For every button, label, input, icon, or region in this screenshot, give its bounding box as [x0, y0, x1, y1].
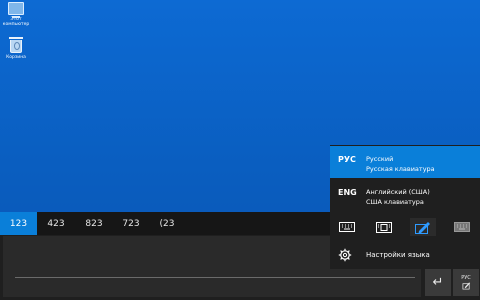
language-code: ENG — [338, 188, 357, 197]
suggestion-item[interactable]: 423 — [37, 212, 75, 235]
suggestion-item[interactable]: 123 — [0, 212, 37, 235]
recycle-bin-icon — [9, 37, 23, 53]
hardware-keyboard-icon — [454, 222, 470, 232]
standard-keyboard-icon — [339, 222, 355, 232]
desktop-icon-this-pc[interactable]: Этот компьютер — [1, 2, 31, 27]
enter-key[interactable]: ↵ — [425, 268, 451, 296]
handwriting-pen-icon — [415, 221, 430, 234]
layout-handwriting-button[interactable] — [410, 218, 436, 236]
language-settings-label: Настройки языка — [366, 251, 430, 259]
suggestion-item[interactable]: (23 — [149, 212, 185, 235]
desktop-icon-recycle-bin[interactable]: Корзина — [1, 37, 31, 60]
keyboard-suggestion-bar: 123 423 823 723 (23 — [0, 212, 330, 235]
this-pc-icon — [8, 2, 24, 18]
language-name: Английский (США) — [366, 188, 430, 196]
language-switch-key[interactable]: РУС — [453, 268, 479, 296]
handwriting-baseline — [15, 277, 415, 278]
language-layout: США клавиатура — [366, 198, 424, 206]
language-name: Русский — [366, 155, 394, 163]
layout-wide-button[interactable] — [371, 218, 397, 236]
desktop-icon-label: Корзина — [6, 55, 26, 60]
language-item-en[interactable]: ENG Английский (США) США клавиатура — [330, 179, 480, 211]
language-layout: Русская клавиатура — [366, 165, 435, 173]
suggestion-item[interactable]: 723 — [113, 212, 149, 235]
enter-icon: ↵ — [432, 274, 444, 290]
wide-keyboard-icon — [376, 221, 392, 233]
language-code: РУС — [338, 155, 356, 164]
handwriting-pen-icon — [462, 281, 470, 289]
layout-standard-button[interactable] — [334, 218, 360, 236]
language-flyout: РУС Русский Русская клавиатура ENG Англи… — [330, 145, 480, 269]
layout-hardware-button[interactable] — [449, 218, 475, 236]
gear-icon — [338, 248, 352, 262]
language-item-ru[interactable]: РУС Русский Русская клавиатура — [330, 146, 480, 178]
language-settings-link[interactable]: Настройки языка — [330, 243, 480, 267]
suggestion-item[interactable]: 823 — [75, 212, 113, 235]
keyboard-layout-row — [330, 215, 480, 239]
desktop-icon-label: Этот компьютер — [2, 17, 30, 27]
